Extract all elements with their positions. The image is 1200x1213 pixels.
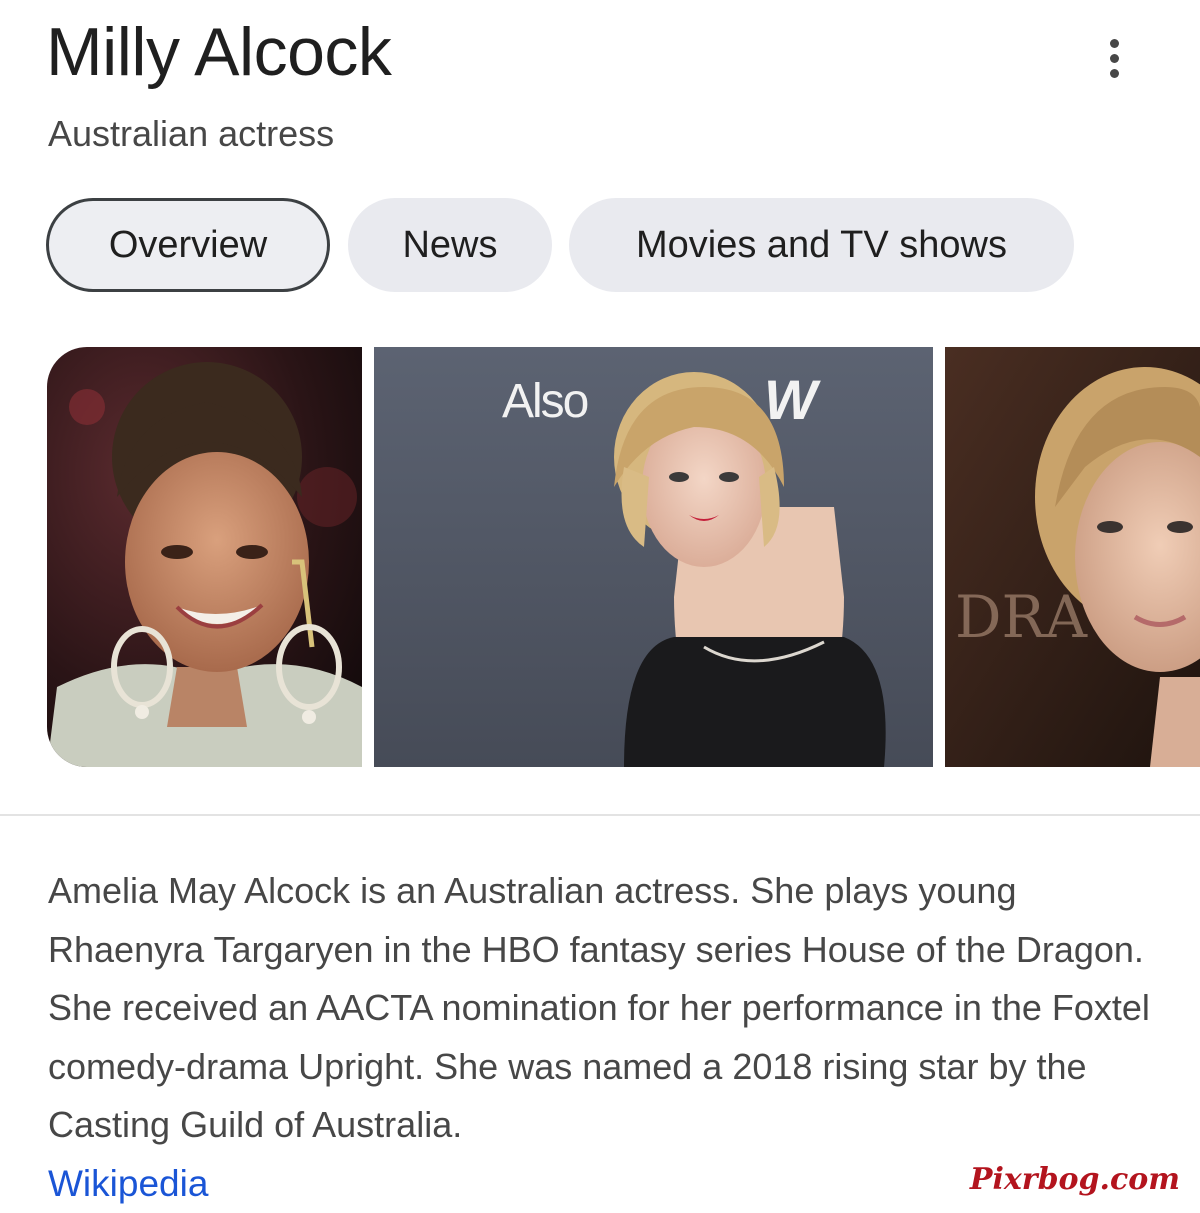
gallery-image-1[interactable] — [47, 347, 362, 767]
svg-text:DRA: DRA — [955, 583, 1088, 651]
entity-subtitle: Australian actress — [48, 113, 335, 154]
entity-title: Milly Alcock — [46, 14, 392, 90]
entity-description: Amelia May Alcock is an Australian actre… — [48, 870, 1150, 1145]
gallery-image-2[interactable]: Also W — [374, 347, 933, 767]
more-dot — [1109, 38, 1119, 48]
tab-movies-and-tv-shows[interactable]: Movies and TV shows — [569, 198, 1074, 292]
gallery-image-3[interactable]: DRA — [945, 347, 1200, 767]
knowledge-panel: Milly Alcock Australian actress Overview… — [0, 0, 1200, 1213]
more-dot — [1109, 53, 1119, 63]
svg-text:W: W — [764, 368, 821, 431]
tab-overview[interactable]: Overview — [46, 198, 330, 292]
more-dot — [1109, 68, 1119, 78]
tab-news[interactable]: News — [348, 198, 552, 292]
watermark: Pixrbog.com — [969, 1162, 1180, 1197]
more-options-icon[interactable] — [1090, 30, 1138, 86]
svg-text:Also: Also — [502, 375, 588, 428]
section-divider — [0, 814, 1200, 816]
wikipedia-source-link[interactable]: Wikipedia — [48, 1160, 208, 1208]
